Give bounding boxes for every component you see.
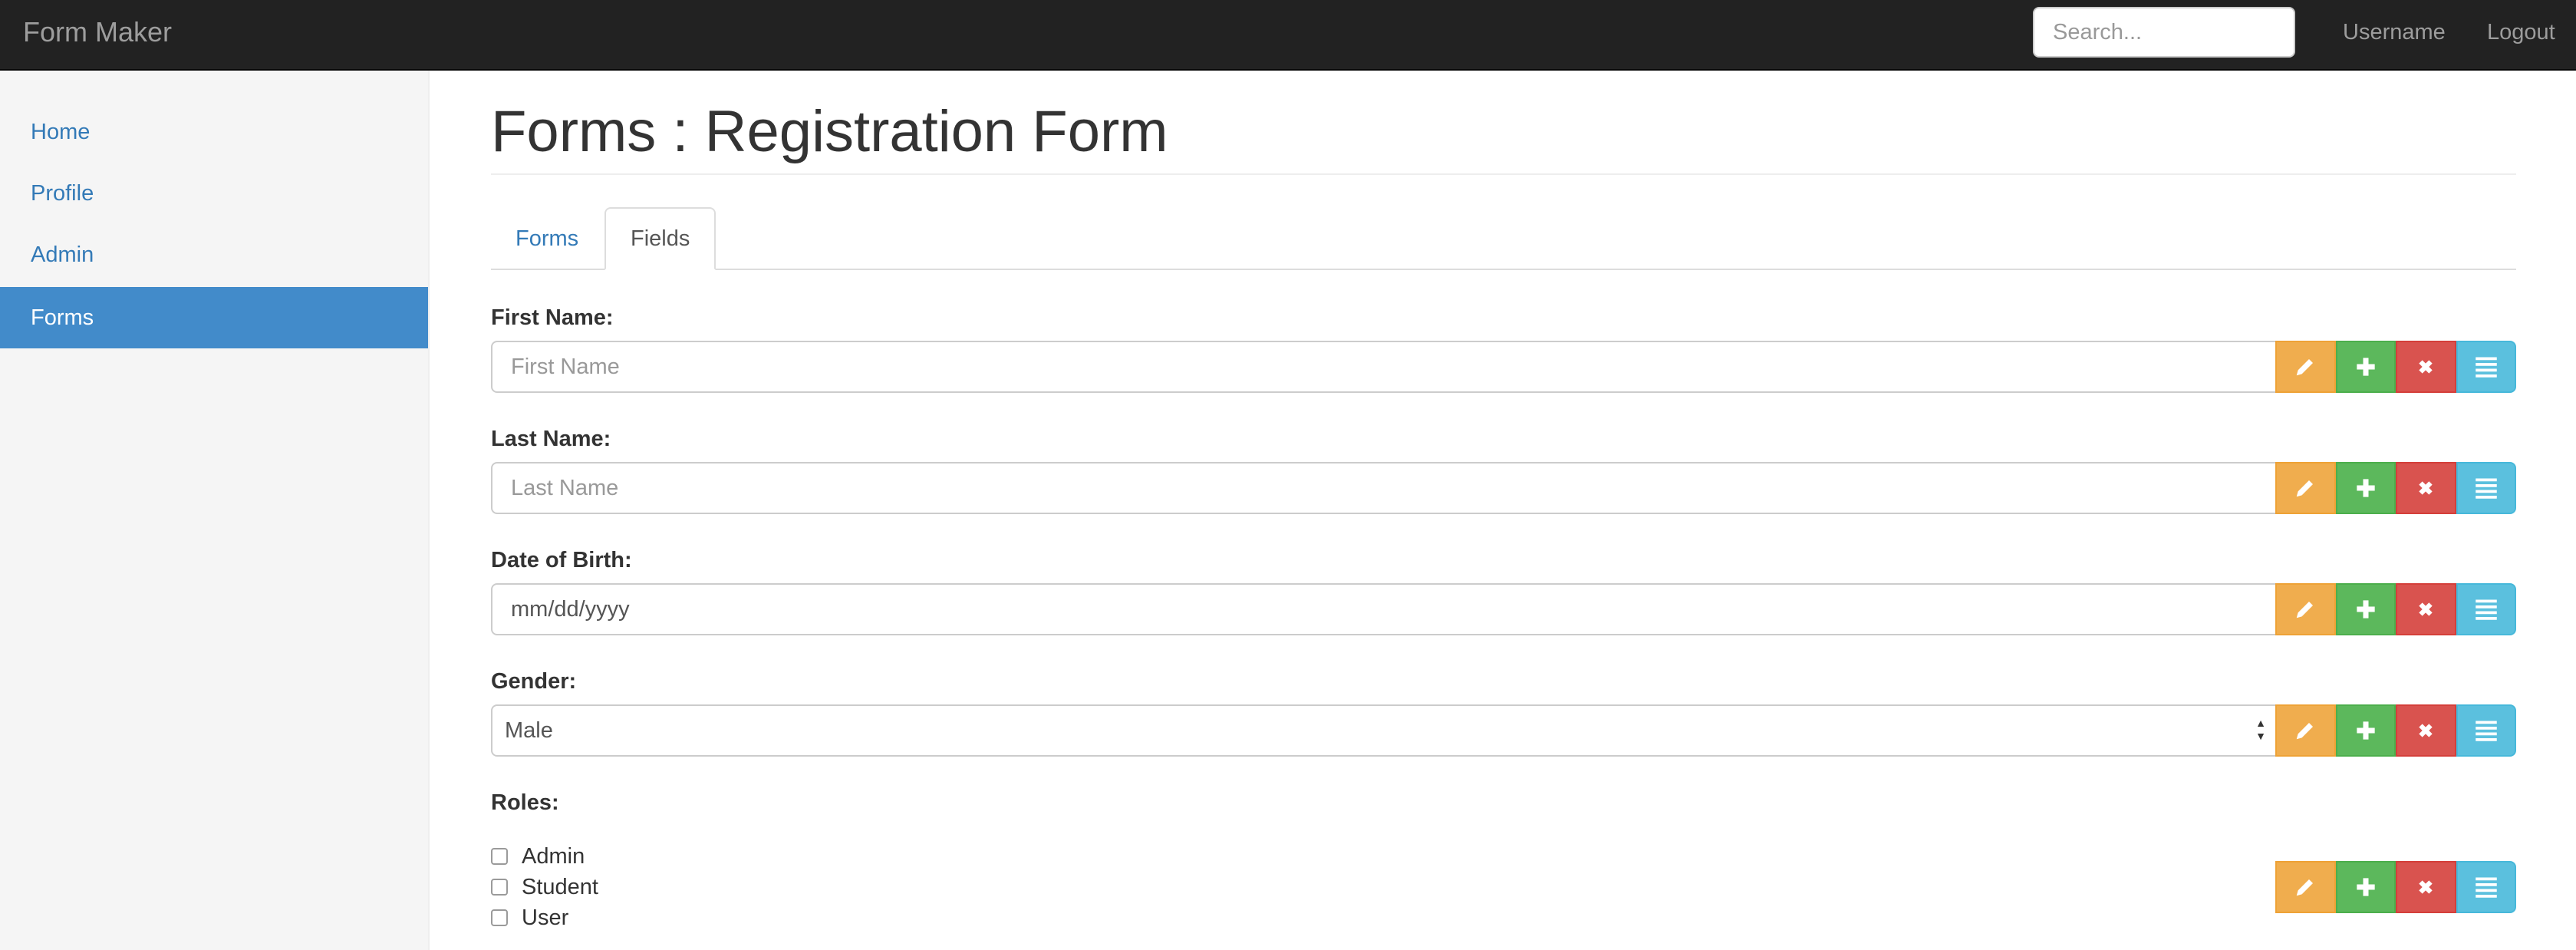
pencil-icon [2297,480,2314,497]
list-icon [2476,599,2497,620]
reorder-field-button[interactable] [2456,704,2516,757]
username-link[interactable]: Username [2343,18,2446,46]
role-option-admin[interactable]: Admin [491,841,585,872]
first-name-label: First Name: [491,305,614,330]
plus-icon [2357,358,2375,376]
edit-field-button[interactable] [2275,704,2336,757]
close-icon [2419,481,2433,495]
delete-field-button[interactable] [2396,341,2456,393]
field-actions [2275,341,2516,393]
page-title: Forms : Registration Form [491,99,1168,164]
plus-icon [2357,721,2375,740]
field-actions [2275,861,2516,913]
list-icon [2476,478,2497,499]
edit-field-button[interactable] [2275,462,2336,514]
close-icon [2419,360,2433,374]
field-actions [2275,583,2516,635]
sidebar-item-home[interactable]: Home [0,101,428,163]
tabs-divider [491,269,2516,270]
roles-label: Roles: [491,790,559,815]
plus-icon [2357,479,2375,497]
brand-logo[interactable]: Form Maker [23,17,172,48]
edit-field-button[interactable] [2275,861,2336,913]
sidebar: Home Profile Admin Forms [0,71,430,950]
student-checkbox-label: Student [522,875,598,899]
dob-input[interactable]: mm/dd/yyyy [491,583,2277,635]
sidebar-item-profile[interactable]: Profile [0,163,428,224]
delete-field-button[interactable] [2396,704,2456,757]
title-divider [491,173,2516,175]
reorder-field-button[interactable] [2456,341,2516,393]
tab-fields[interactable]: Fields [604,207,716,270]
role-option-user[interactable]: User [491,902,568,933]
user-checkbox[interactable] [491,909,508,926]
field-actions [2275,462,2516,514]
reorder-field-button[interactable] [2456,861,2516,913]
tab-forms[interactable]: Forms [491,207,603,270]
pencil-icon [2297,602,2314,618]
reorder-field-button[interactable] [2456,583,2516,635]
list-icon [2476,721,2497,741]
pencil-icon [2297,359,2314,376]
delete-field-button[interactable] [2396,462,2456,514]
gender-select[interactable]: Male ▲ ▼ [491,704,2277,757]
admin-checkbox[interactable] [491,848,508,865]
add-field-button[interactable] [2335,341,2396,393]
delete-field-button[interactable] [2396,861,2456,913]
edit-field-button[interactable] [2275,583,2336,635]
admin-checkbox-label: Admin [522,844,585,869]
edit-field-button[interactable] [2275,341,2336,393]
close-icon [2419,724,2433,737]
add-field-button[interactable] [2335,583,2396,635]
dob-value: mm/dd/yyyy [511,597,630,622]
logout-link[interactable]: Logout [2487,18,2555,46]
sidebar-item-admin[interactable]: Admin [0,224,428,285]
reorder-field-button[interactable] [2456,462,2516,514]
last-name-label: Last Name: [491,427,611,451]
plus-icon [2357,878,2375,896]
user-checkbox-label: User [522,905,569,930]
field-actions [2275,704,2516,757]
pencil-icon [2297,879,2314,896]
delete-field-button[interactable] [2396,583,2456,635]
gender-label: Gender: [491,669,577,694]
sidebar-item-forms[interactable]: Forms [0,287,428,348]
add-field-button[interactable] [2335,704,2396,757]
dob-label: Date of Birth: [491,548,632,572]
role-option-student[interactable]: Student [491,872,598,902]
pencil-icon [2297,723,2314,740]
close-icon [2419,880,2433,894]
first-name-input[interactable] [491,341,2277,393]
last-name-input[interactable] [491,462,2277,514]
close-icon [2419,602,2433,616]
list-icon [2476,877,2497,898]
gender-select-value: Male [505,718,553,743]
list-icon [2476,357,2497,378]
search-input[interactable] [2033,7,2295,58]
select-arrows-icon: ▲ ▼ [2255,717,2266,742]
add-field-button[interactable] [2335,861,2396,913]
student-checkbox[interactable] [491,879,508,896]
top-navbar: Form Maker Username Logout [0,0,2576,71]
plus-icon [2357,600,2375,618]
add-field-button[interactable] [2335,462,2396,514]
